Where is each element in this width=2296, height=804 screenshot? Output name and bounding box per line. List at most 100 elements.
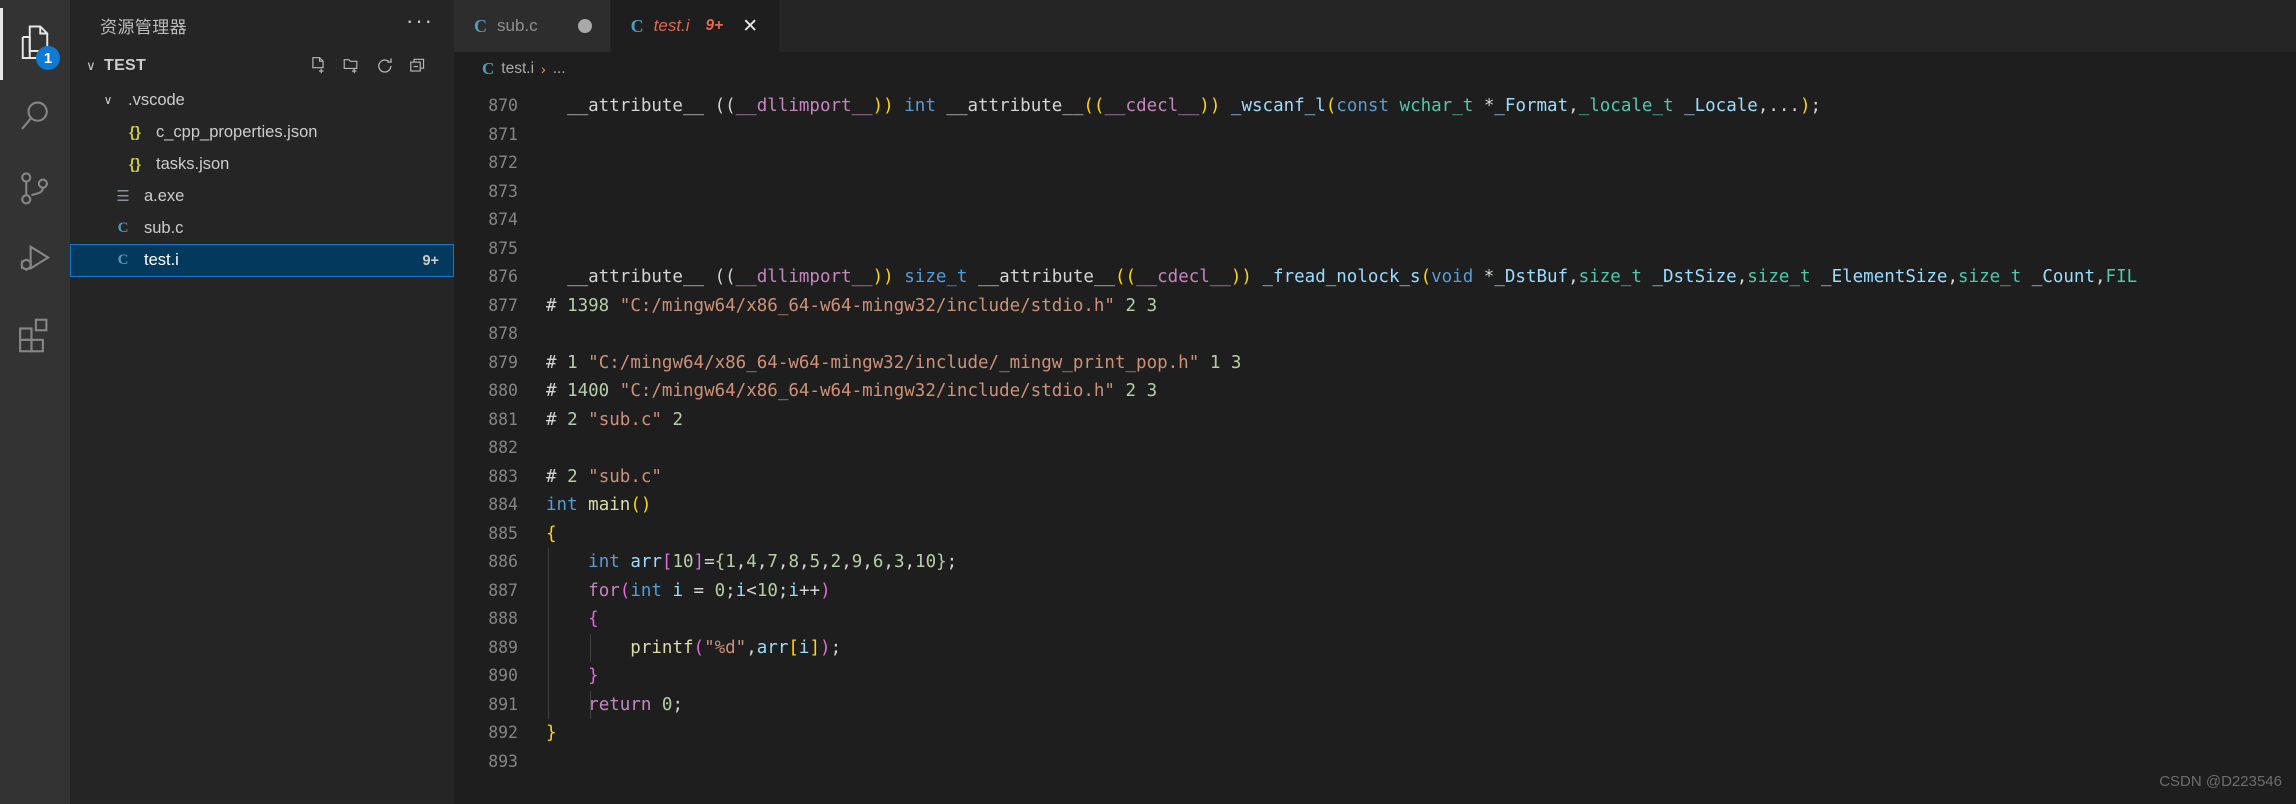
code-line: 872	[454, 149, 2296, 178]
code-line: 871	[454, 121, 2296, 150]
refresh-icon[interactable]	[375, 56, 395, 76]
line-content: {	[546, 523, 557, 544]
line-number: 891	[488, 694, 518, 714]
activity-item-search[interactable]	[0, 80, 70, 152]
line-content: # 1 "C:/mingw64/x86_64-w64-mingw32/inclu…	[546, 352, 1242, 373]
breadcrumb-tail[interactable]: ...	[553, 60, 566, 78]
tree-item-c-cpp-properties-json[interactable]: {} c_cpp_properties.json	[70, 116, 454, 148]
code-line: 877 # 1398 "C:/mingw64/x86_64-w64-mingw3…	[454, 292, 2296, 321]
line-content: # 2 "sub.c" 2	[546, 409, 684, 430]
line-number: 890	[488, 666, 518, 685]
code-line: 889 printf("%d",arr[i]);	[454, 633, 2296, 662]
line-content	[544, 178, 546, 207]
line-number: 878	[488, 324, 518, 343]
line-number: 882	[488, 438, 518, 457]
tab-sub-c[interactable]: C sub.c	[454, 0, 611, 52]
code-line: 873	[454, 178, 2296, 207]
sidebar-title-bar: 资源管理器 ···	[70, 0, 454, 50]
tab-test-i[interactable]: C test.i 9+ ✕	[610, 0, 781, 52]
line-content: int arr[10]={1,4,7,8,5,2,9,6,3,10};	[544, 548, 957, 577]
line-number: 884	[488, 495, 518, 514]
extensions-icon	[14, 311, 56, 353]
tree-item-label: .vscode	[128, 90, 185, 109]
line-content: __attribute__ ((__dllimport__)) size_t _…	[546, 267, 2138, 287]
line-number: 883	[488, 466, 518, 486]
activity-item-source-control[interactable]	[0, 152, 70, 224]
tree-item-a-exe[interactable]: ☰ a.exe	[70, 180, 454, 212]
tree-item-tasks-json[interactable]: {} tasks.json	[70, 148, 454, 180]
tree-item-sub-c[interactable]: C sub.c	[70, 212, 454, 244]
line-number: 881	[488, 409, 518, 429]
code-line: 893	[454, 748, 2296, 777]
line-number: 876	[488, 267, 518, 286]
c-file-icon: C	[117, 219, 129, 236]
json-icon: {}	[129, 155, 141, 173]
code-line: 887 for(int i = 0;i<10;i++)	[454, 576, 2296, 605]
tree-item-vscode[interactable]: ∨ .vscode	[70, 84, 454, 116]
dirty-indicator-icon[interactable]	[577, 19, 592, 33]
search-icon	[14, 95, 56, 137]
line-content	[544, 149, 546, 178]
code-line: 878	[454, 320, 2296, 349]
explorer-section-actions	[309, 56, 444, 76]
new-file-icon[interactable]	[309, 56, 329, 76]
tree-item-label: c_cpp_properties.json	[156, 122, 318, 141]
activity-bar: 1	[0, 0, 70, 804]
line-content	[544, 748, 546, 777]
line-number: 880	[488, 381, 518, 400]
tab-problems-badge: 9+	[705, 17, 724, 34]
line-content: printf("%d",arr[i]);	[544, 633, 841, 662]
code-line: 883 # 2 "sub.c"	[454, 463, 2296, 492]
line-number: 885	[488, 523, 518, 543]
code-line: 870 __attribute__ ((__dllimport__)) int …	[454, 92, 2296, 121]
sidebar-more-actions-button[interactable]: ···	[406, 8, 434, 43]
editor-group: C sub.c C test.i 9+ ✕ C test.i › ... 870…	[454, 0, 2296, 804]
tab-label: test.i	[653, 16, 690, 35]
problems-badge: 9+	[422, 252, 439, 269]
line-number: 875	[488, 238, 518, 258]
code-line: 880 # 1400 "C:/mingw64/x86_64-w64-mingw3…	[454, 377, 2296, 406]
chevron-down-icon[interactable]: ∨	[96, 93, 120, 107]
line-number: 888	[488, 609, 518, 628]
code-line: 888 {	[454, 605, 2296, 634]
c-file-icon: C	[117, 252, 129, 268]
breadcrumb: C test.i › ...	[454, 52, 2296, 86]
code-line: 875	[454, 235, 2296, 264]
explorer-badge: 1	[36, 46, 60, 70]
line-content: for(int i = 0;i<10;i++)	[544, 576, 831, 605]
explorer-section-header-test[interactable]: ∨ TEST	[70, 50, 454, 82]
line-number: 893	[488, 751, 518, 771]
chevron-down-icon[interactable]: ∨	[78, 58, 104, 74]
line-content: # 1400 "C:/mingw64/x86_64-w64-mingw32/in…	[546, 381, 1158, 401]
new-folder-icon[interactable]	[342, 56, 362, 76]
code-editor[interactable]: 870 __attribute__ ((__dllimport__)) int …	[454, 86, 2296, 804]
run-debug-icon	[14, 239, 56, 281]
activity-item-explorer[interactable]: 1	[0, 8, 70, 80]
watermark: CSDN @D223546	[2159, 772, 2282, 790]
code-line: 882	[454, 434, 2296, 463]
breadcrumb-file[interactable]: test.i	[501, 60, 534, 78]
explorer-section-label: TEST	[104, 57, 147, 74]
line-number: 870	[488, 96, 518, 115]
code-line: 884 int main()	[454, 491, 2296, 520]
tree-item-label: sub.c	[144, 218, 184, 237]
activity-item-run-and-debug[interactable]	[0, 224, 70, 296]
line-number: 892	[488, 723, 518, 742]
close-icon[interactable]: ✕	[739, 15, 761, 37]
file-tree: ∨ .vscode {} c_cpp_properties.json {} ta…	[70, 82, 454, 804]
binary-file-icon: ☰	[116, 188, 130, 205]
code-line: 881 # 2 "sub.c" 2	[454, 406, 2296, 435]
collapse-all-icon[interactable]	[408, 56, 428, 76]
line-content: }	[546, 723, 557, 743]
code-line: 891 return 0;	[454, 690, 2296, 719]
line-content: {	[544, 605, 599, 634]
line-content	[544, 206, 546, 235]
activity-item-extensions[interactable]	[0, 296, 70, 368]
tree-item-test-i[interactable]: C test.i 9+	[70, 244, 454, 277]
line-content	[544, 235, 546, 264]
code-line: 879 # 1 "C:/mingw64/x86_64-w64-mingw32/i…	[454, 349, 2296, 378]
tree-item-label: tasks.json	[156, 154, 230, 173]
line-number: 887	[488, 580, 518, 600]
code-line: 890 }	[454, 662, 2296, 691]
line-content: # 1398 "C:/mingw64/x86_64-w64-mingw32/in…	[546, 295, 1158, 316]
